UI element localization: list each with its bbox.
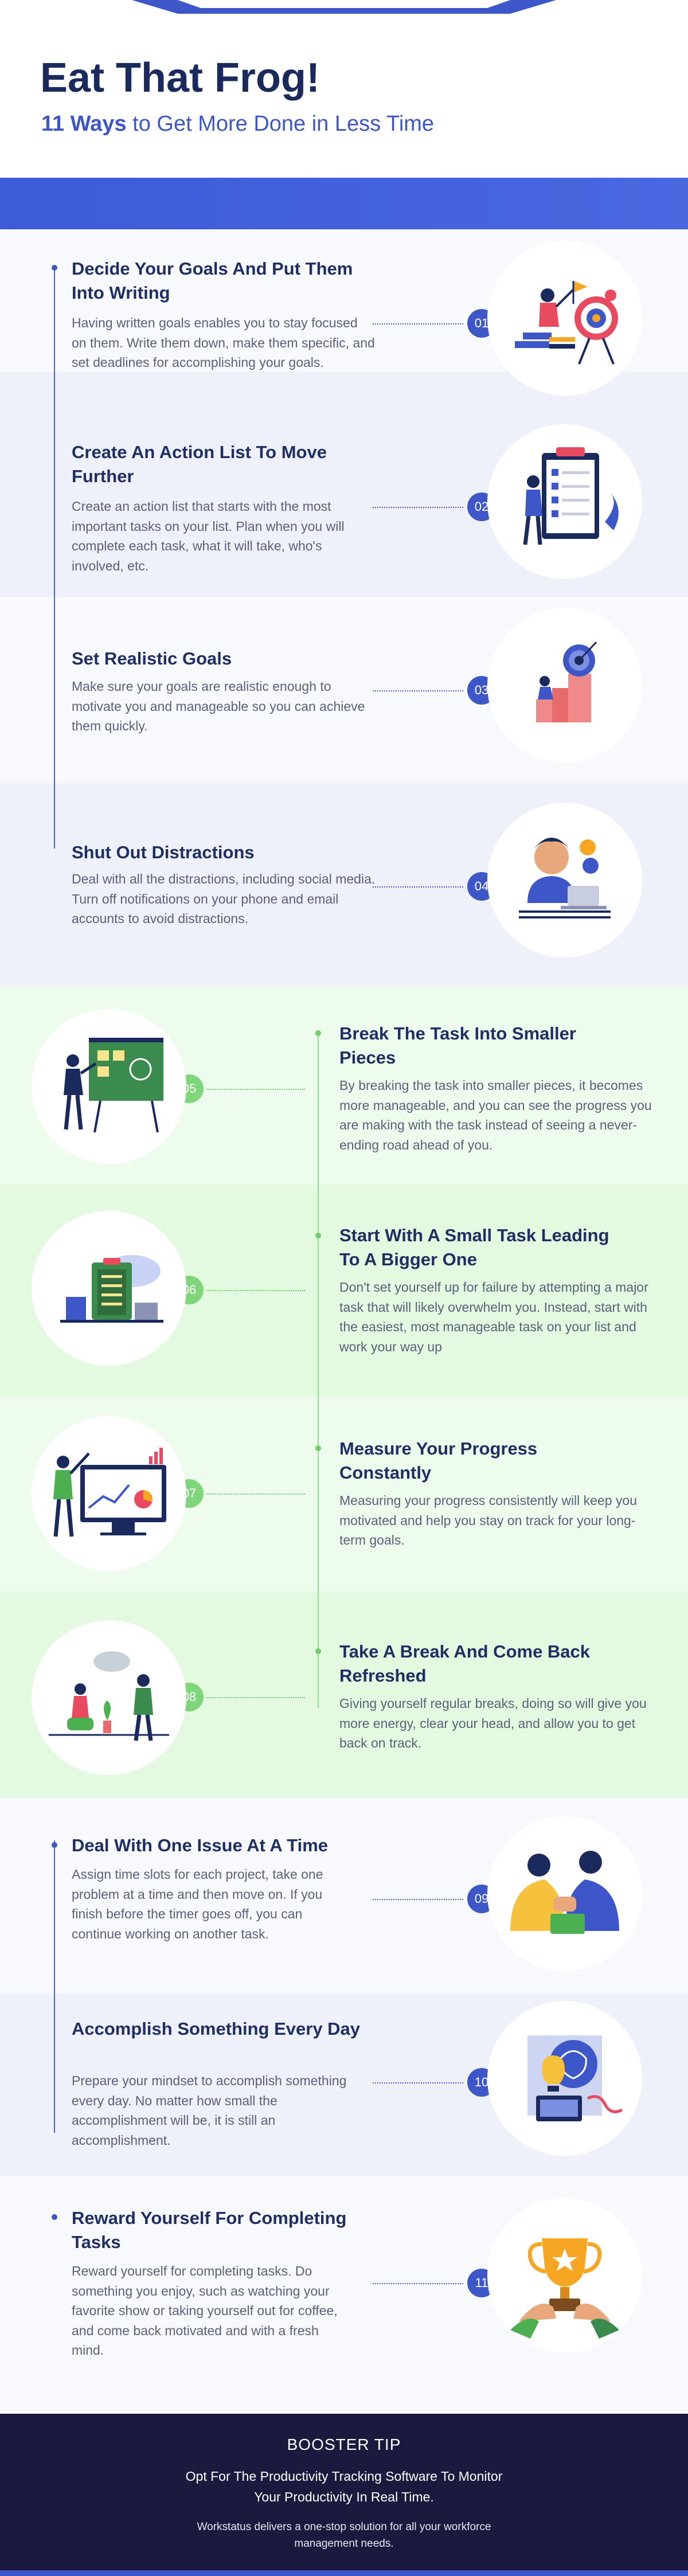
tip-07-desc: Measuring your progress consistently wil… <box>339 1493 638 1547</box>
timeline-line-bottom <box>54 1840 55 2133</box>
tip-07-title: Measure Your Progress Constantly <box>339 1439 538 1483</box>
analytics-monitor-icon <box>53 1448 166 1537</box>
tip-09-illustration <box>487 1816 642 1971</box>
tip-09-dot <box>52 1842 57 1848</box>
climbing-target-icon <box>536 641 597 722</box>
tip-06-desc: Don't set yourself up for failure by att… <box>339 1280 648 1354</box>
tip-11-connector <box>373 2283 463 2284</box>
page-subtitle: 11 Ways to Get More Done in Less Time <box>41 112 434 136</box>
person-laptop-icon <box>519 838 611 918</box>
footer-main-text: Opt For The Productivity Tracking Softwa… <box>185 2469 503 2504</box>
people-chatting-icon <box>49 1651 169 1741</box>
tip-08-title: Take A Break And Come Back Refreshed <box>339 1641 591 1686</box>
tip-06-dot <box>315 1233 321 1238</box>
tip-10-connector <box>373 2082 463 2084</box>
tip-07-connector <box>206 1494 305 1495</box>
tip-05-illustration <box>32 1009 186 1164</box>
tip-09-desc: Assign time slots for each project, take… <box>72 1867 323 1941</box>
tip-01-dot <box>52 265 57 271</box>
tip-03-desc: Make sure your goals are realistic enoug… <box>72 679 365 733</box>
tip-10-desc: Prepare your mindset to accomplish somet… <box>72 2073 347 2148</box>
tip-01-desc: Having written goals enables you to stay… <box>72 315 375 370</box>
tip-11-desc: Reward yourself for completing tasks. Do… <box>72 2264 338 2358</box>
tip-08-desc: Giving yourself regular breaks, doing so… <box>339 1696 647 1750</box>
tip-05-title: Break The Task Into Smaller Pieces <box>339 1023 576 1068</box>
tip-02-connector <box>373 507 463 508</box>
timeline-line-middle <box>318 1032 319 1709</box>
tip-02-title: Create An Action List To Move Further <box>72 442 327 486</box>
footer-sub-text: Workstatus delivers a one-stop solution … <box>197 2521 491 2550</box>
page-title: Eat That Frog! <box>40 55 320 101</box>
tip-04-connector <box>373 886 463 888</box>
header-band <box>0 178 688 229</box>
checklist-board-icon <box>523 447 619 545</box>
tip-11-dot <box>52 2214 57 2220</box>
presentation-board-icon <box>64 1038 163 1133</box>
subtitle-rest: to Get More Done in Less Time <box>126 112 435 136</box>
tip-06-connector <box>206 1290 305 1291</box>
tip-03-title: Set Realistic Goals <box>72 648 232 669</box>
tip-03-illustration <box>487 608 642 763</box>
tip-01-connector <box>373 323 463 325</box>
tip-01-title: Decide Your Goals And Put Them Into Writ… <box>72 259 353 303</box>
tip-04-illustration <box>487 803 642 957</box>
timeline-line-top <box>54 269 55 849</box>
clipboard-cloud-icon <box>60 1255 163 1323</box>
tip-10-title: Accomplish Something Every Day <box>72 2019 361 2039</box>
tip-11-title: Reward Yourself For Completing Tasks <box>72 2208 347 2252</box>
tip-01-illustration <box>487 241 642 396</box>
tip-08-illustration <box>32 1620 186 1775</box>
tip-09-title: Deal With One Issue At A Time <box>72 1835 329 1855</box>
tip-06-illustration <box>32 1211 186 1366</box>
footer-heading: BOOSTER TIP <box>287 2436 401 2453</box>
tip-04-title: Shut Out Distractions <box>72 842 255 862</box>
footer-accent-bar <box>0 2570 688 2576</box>
tip-09-connector <box>373 1899 463 1900</box>
tip-03-connector <box>373 690 463 691</box>
header-notch-decoration <box>0 0 688 14</box>
header: Eat That Frog! 11 Ways to Get More Done … <box>0 0 688 178</box>
tip-07-illustration <box>32 1416 186 1571</box>
trophy-icon <box>510 2238 619 2339</box>
tip-02-illustration <box>487 424 642 579</box>
subtitle-strong: 11 Ways <box>41 112 127 136</box>
handshake-icon <box>510 1851 619 1934</box>
tip-05-dot <box>315 1030 321 1036</box>
tip-10-illustration <box>487 2001 642 2156</box>
tip-05-desc: By breaking the task into smaller pieces… <box>339 1078 652 1152</box>
tip-05-connector <box>206 1089 305 1090</box>
tip-08-connector <box>206 1697 305 1698</box>
goal-target-icon <box>515 281 618 365</box>
tip-07-dot <box>315 1445 321 1451</box>
footer-booster-tip: BOOSTER TIP Opt For The Productivity Tra… <box>0 2414 688 2576</box>
tip-02-desc: Create an action list that starts with t… <box>72 499 345 573</box>
tip-11-illustration <box>487 2198 642 2353</box>
tip-08-dot <box>315 1648 321 1654</box>
brain-idea-icon <box>527 2035 623 2121</box>
tip-04-desc: Deal with all the distractions, includin… <box>72 871 376 926</box>
tip-06-title: Start With A Small Task Leading To A Big… <box>339 1225 609 1269</box>
